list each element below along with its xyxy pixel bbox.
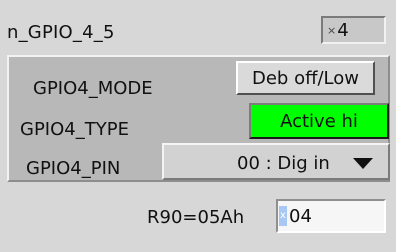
gpio4-mode-value: Deb off/Low	[251, 67, 359, 89]
register-label: R90=05Ah	[147, 207, 245, 228]
gpio4-pin-select[interactable]: 00 : Dig in	[162, 143, 390, 180]
index-x-marker: ×	[327, 23, 337, 37]
gpio4-mode-button[interactable]: Deb off/Low	[236, 61, 375, 95]
register-value-input[interactable]: x 04	[276, 199, 386, 233]
index-value: 4	[337, 19, 349, 41]
gpio-4-5-panel: n_GPIO_4_5 × 4 GPIO4_MODE GPIO4_TYPE GPI…	[0, 0, 396, 252]
gpio4-mode-label: GPIO4_MODE	[33, 78, 153, 99]
gpio4-type-indicator[interactable]: Active hi	[249, 103, 389, 139]
gpio4-type-label: GPIO4_TYPE	[20, 119, 129, 140]
register-hex-marker: x	[279, 206, 287, 226]
index-field[interactable]: × 4	[321, 16, 386, 44]
chevron-down-icon[interactable]	[353, 158, 373, 169]
register-value: 04	[289, 205, 312, 227]
gpio4-pin-label: GPIO4_PIN	[26, 158, 121, 179]
gpio4-pin-value: 00 : Dig in	[237, 153, 330, 174]
gpio4-type-value: Active hi	[280, 110, 358, 132]
panel-title: n_GPIO_4_5	[7, 22, 115, 43]
